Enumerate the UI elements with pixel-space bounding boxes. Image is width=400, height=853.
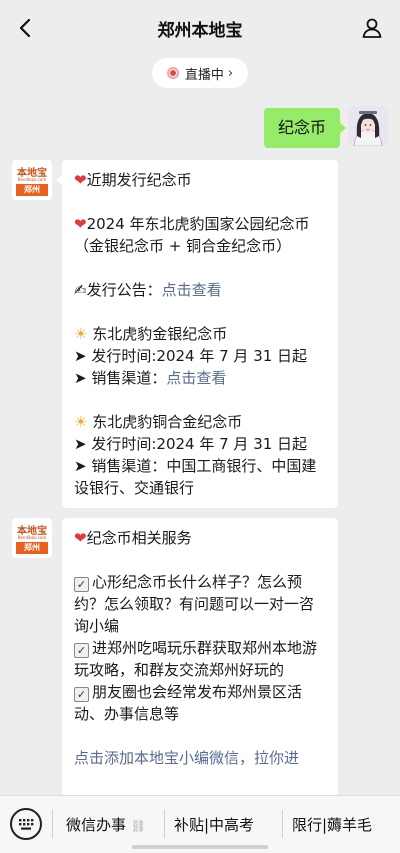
live-dot-icon bbox=[166, 67, 179, 79]
bendibao-logo-sub: Bendibao.com bbox=[17, 177, 47, 182]
menu-divider bbox=[164, 810, 165, 838]
service-item-1: ✓ 心形纪念币长什么样子？怎么预约？怎么领取？有问题可以一对一咨询小编 bbox=[74, 573, 315, 635]
copper-channel-line: ➤ 销售渠道：中国工商银行、中国建设银行、交通银行 bbox=[74, 457, 317, 497]
menu-divider bbox=[282, 810, 283, 838]
heart-icon: ❤ bbox=[74, 529, 87, 547]
message-heading: ❤近期发行纪念币 bbox=[74, 171, 192, 189]
menu-divider bbox=[52, 810, 53, 838]
checkbox-icon: ✓ bbox=[74, 643, 89, 658]
announcement-link[interactable]: 点击查看 bbox=[162, 281, 222, 299]
user-profile-icon[interactable] bbox=[360, 16, 384, 40]
menu-item-traffic[interactable]: 限行|薅羊毛 bbox=[292, 814, 372, 835]
bot-message-coins[interactable]: ❤近期发行纪念币 ❤2024 年东北虎豹国家公园纪念币（金银纪念币 + 铜合金纪… bbox=[56, 160, 338, 508]
announcement-line: ✍发行公告：点击查看 bbox=[74, 281, 222, 299]
chevron-right-icon: › bbox=[227, 65, 234, 81]
message-heading: ❤纪念币相关服务 bbox=[74, 529, 192, 547]
copper-date-line: ➤ 发行时间:2024 年 7 月 31 日起 bbox=[74, 435, 308, 453]
arrow-icon: ➤ bbox=[74, 457, 87, 475]
menu-item-subsidy[interactable]: 补贴|中高考 bbox=[174, 814, 254, 835]
service-item-3: ✓ 朋友圈也会经常发布郑州景区活动、办事信息等 bbox=[74, 683, 303, 723]
menu-item-wechat-service[interactable]: 微信办事 ⛓ bbox=[66, 814, 146, 835]
gold-channel-line: ➤ 销售渠道：点击查看 bbox=[74, 369, 227, 387]
bendibao-avatar[interactable]: 本地宝 Bendibao.com 郑州 bbox=[12, 160, 52, 200]
checkbox-icon: ✓ bbox=[74, 687, 89, 702]
live-button[interactable]: 直播中 › bbox=[152, 58, 248, 88]
service-item-2: ✓ 进郑州吃喝玩乐群获取郑州本地游玩攻略，和群友交流郑州好玩的 bbox=[74, 639, 318, 679]
gold-coin-title: ☀ 东北虎豹金银纪念币 bbox=[74, 325, 228, 343]
bendibao-logo-sub: Bendibao.com bbox=[17, 535, 47, 540]
gold-date-line: ➤ 发行时间:2024 年 7 月 31 日起 bbox=[74, 347, 308, 365]
coin-item-title: ❤2024 年东北虎豹国家公园纪念币（金银纪念币 + 铜合金纪念币） bbox=[74, 215, 310, 255]
home-indicator bbox=[132, 845, 268, 849]
bot-message-services[interactable]: ❤纪念币相关服务 ✓ 心形纪念币长什么样子？怎么预约？怎么领取？有问题可以一对一咨… bbox=[62, 518, 338, 800]
sun-icon: ☀ bbox=[74, 325, 88, 343]
writing-hand-icon: ✍ bbox=[74, 281, 87, 299]
bendibao-avatar[interactable]: 本地宝 Bendibao.com 郑州 bbox=[12, 518, 52, 558]
arrow-icon: ➤ bbox=[74, 435, 87, 453]
live-label: 直播中 bbox=[184, 67, 224, 83]
user-message-bubble[interactable]: 纪念币 bbox=[263, 108, 347, 148]
chat-title: 郑州本地宝 bbox=[157, 21, 243, 41]
link-icon: ⛓ bbox=[130, 819, 147, 833]
bendibao-city-label: 郑州 bbox=[16, 184, 48, 196]
arrow-icon: ➤ bbox=[74, 347, 87, 365]
checkbox-icon: ✓ bbox=[74, 577, 89, 592]
user-avatar-image bbox=[348, 106, 388, 146]
bendibao-city-label: 郑州 bbox=[16, 542, 48, 554]
channel-link[interactable]: 点击查看 bbox=[166, 369, 226, 387]
user-avatar[interactable] bbox=[348, 106, 388, 146]
user-message-text: 纪念币 bbox=[277, 118, 326, 137]
heart-icon: ❤ bbox=[74, 215, 87, 233]
arrow-icon: ➤ bbox=[74, 369, 87, 387]
sun-icon: ☀ bbox=[74, 413, 88, 431]
chat-header: 郑州本地宝 bbox=[0, 0, 400, 58]
heart-icon: ❤ bbox=[74, 171, 87, 189]
bottom-menu-bar: 微信办事 ⛓ 补贴|中高考 限行|薅羊毛 bbox=[0, 795, 400, 853]
add-wechat-link[interactable]: 点击添加本地宝小编微信，拉你进 bbox=[74, 747, 326, 769]
copper-coin-title: ☀ 东北虎豹铜合金纪念币 bbox=[74, 413, 243, 431]
keyboard-icon[interactable] bbox=[10, 808, 42, 840]
